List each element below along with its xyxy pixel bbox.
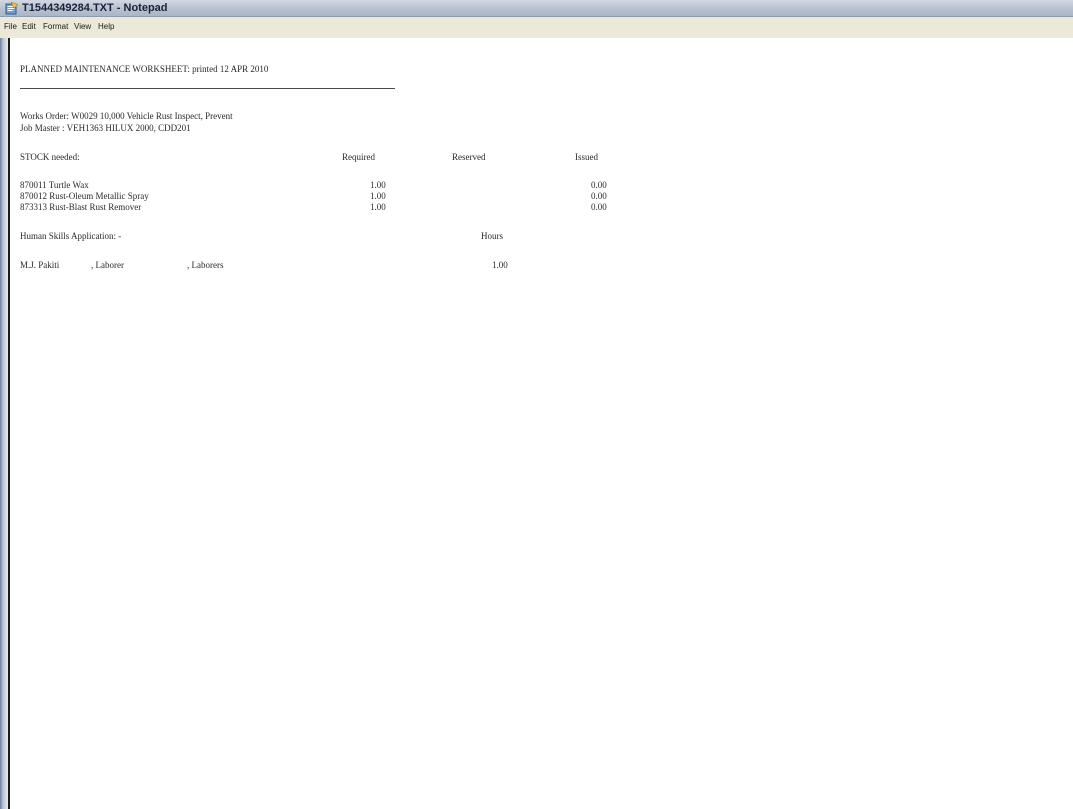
stock-item: 870011 Turtle Wax [20,180,89,190]
skill-role: , Laborer [91,260,124,270]
stock-required: 1.00 [370,180,386,190]
worksheet-heading: PLANNED MAINTENANCE WORKSHEET: printed 1… [20,64,269,74]
stock-item: 873313 Rust-Blast Rust Remover [20,202,142,212]
column-issued: Issued [575,152,598,162]
menubar-spacer: File Edit Format View Help [0,17,1073,38]
notepad-icon [5,2,18,15]
window-left-frame [0,17,8,809]
window-title: T1544349284.TXT - Notepad [22,2,168,14]
menu-view[interactable]: View [72,18,93,36]
stock-issued: 0.00 [591,191,607,201]
stock-label: STOCK needed: [20,152,80,162]
notepad-window: T1544349284.TXT - Notepad File Edit Form… [0,0,1073,809]
menu-format[interactable]: Format [41,18,70,36]
skills-label: Human Skills Application: - [20,231,122,241]
menu-file[interactable]: File [2,18,19,36]
column-reserved: Reserved [452,152,486,162]
document-text[interactable]: PLANNED MAINTENANCE WORKSHEET: printed 1… [20,38,1073,791]
hours-header: Hours [481,231,503,241]
works-order-line: Works Order: W0029 10,000 Vehicle Rust I… [20,111,233,121]
stock-issued: 0.00 [591,202,607,212]
column-required: Required [342,152,375,162]
menu-help[interactable]: Help [96,18,116,36]
menu-edit[interactable]: Edit [20,18,38,36]
skill-hours: 1.00 [492,260,508,270]
skill-name: M.J. Pakiti [20,260,60,270]
stock-required: 1.00 [370,191,386,201]
stock-required: 1.00 [370,202,386,212]
stock-item: 870012 Rust-Oleum Metallic Spray [20,191,149,201]
skill-group: , Laborers [187,260,224,270]
title-bar[interactable]: T1544349284.TXT - Notepad [0,0,1073,17]
text-area[interactable]: PLANNED MAINTENANCE WORKSHEET: printed 1… [8,38,1073,809]
stock-issued: 0.00 [591,180,607,190]
job-master-line: Job Master : VEH1363 HILUX 2000, CDD201 [20,123,191,133]
heading-underline [20,88,395,89]
